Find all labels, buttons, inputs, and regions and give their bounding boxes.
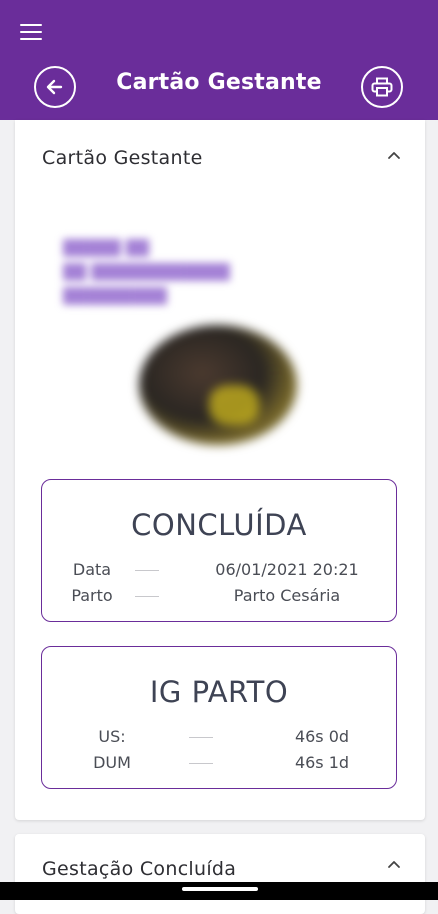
row-divider	[189, 737, 213, 738]
blurred-text: █████ ██ ██ ████████████ █████████	[63, 239, 230, 305]
row-divider	[189, 763, 213, 764]
row-value: 46s 1d	[294, 753, 350, 772]
section-title: Cartão Gestante	[42, 147, 203, 169]
info-row: DUM 46s 1d	[42, 753, 396, 775]
status-box: CONCLUÍDA Data 06/01/2021 20:21 Parto Pa…	[41, 479, 397, 622]
gestacao-concluida-card: Gestação Concluída	[15, 834, 425, 914]
section-title: Gestação Concluída	[42, 858, 237, 880]
row-label: DUM	[93, 753, 131, 772]
hamburger-icon[interactable]	[20, 24, 42, 42]
info-row: Data 06/01/2021 20:21	[42, 560, 396, 582]
print-button[interactable]	[361, 66, 403, 108]
row-label: Data	[72, 560, 112, 579]
row-divider	[135, 570, 159, 571]
profile-photo	[139, 325, 297, 445]
status-heading: CONCLUÍDA	[131, 508, 307, 542]
cartao-gestante-card: Cartão Gestante █████ ██ ██ ████████████…	[15, 120, 425, 820]
ig-parto-heading: IG PARTO	[149, 675, 289, 709]
info-row: Parto Parto Cesária	[42, 586, 396, 608]
row-divider	[135, 596, 159, 597]
row-value: 06/01/2021 20:21	[215, 560, 359, 579]
home-indicator	[0, 882, 438, 900]
info-row: US: 46s 0d	[42, 727, 396, 749]
row-value: Parto Cesária	[233, 586, 341, 605]
printer-icon	[371, 77, 393, 97]
row-label: US:	[98, 727, 126, 746]
chevron-up-icon[interactable]	[387, 150, 401, 160]
chevron-up-icon[interactable]	[387, 859, 401, 869]
row-value: 46s 0d	[294, 727, 350, 746]
app-bar: Cartão Gestante	[0, 0, 438, 120]
ig-parto-box: IG PARTO US: 46s 0d DUM 46s 1d	[41, 646, 397, 789]
row-label: Parto	[71, 586, 113, 605]
